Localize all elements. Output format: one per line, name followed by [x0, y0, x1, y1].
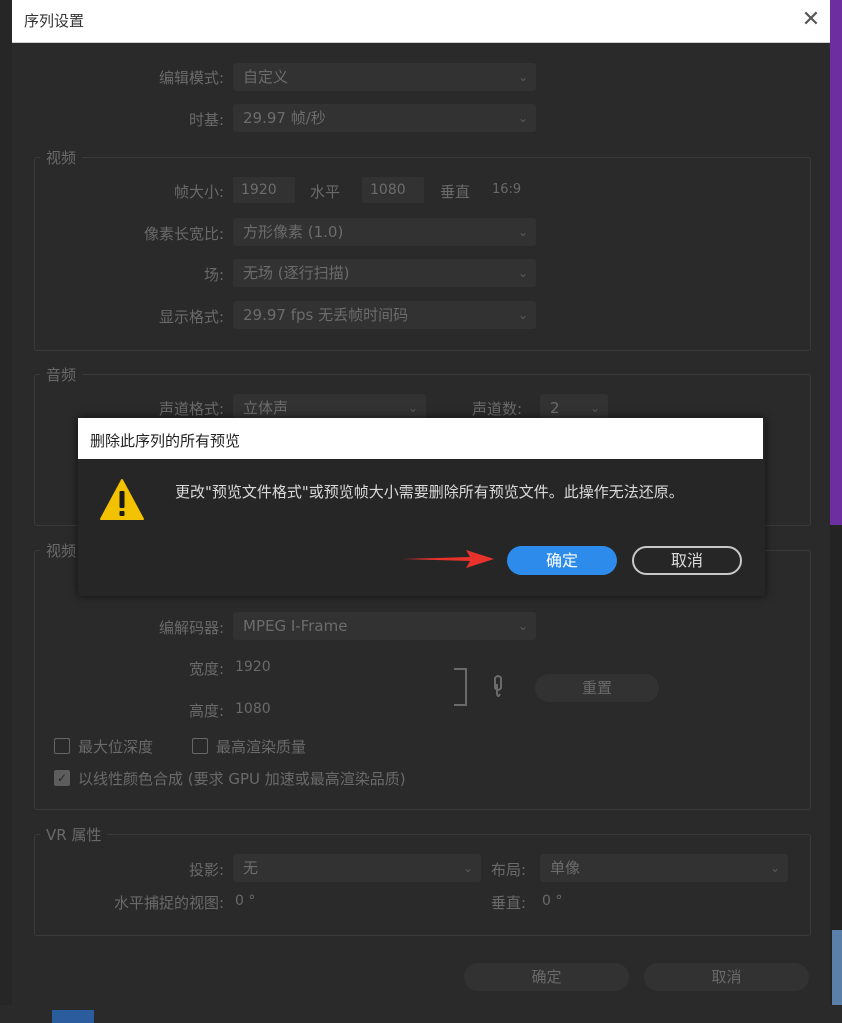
channel-format-value: 立体声 [243, 399, 289, 417]
layout-value: 单像 [550, 859, 581, 877]
chevron-down-icon: ⌄ [517, 225, 528, 239]
frame-width-field[interactable]: 1920 [233, 177, 295, 203]
dialog-title-bar [12, 0, 830, 43]
app-bottom-track-button [52, 1010, 94, 1023]
dialog-cancel-button[interactable]: 取消 [644, 963, 809, 991]
h-view-label: 水平捕捉的视图: [113, 894, 224, 912]
max-render-quality-checkbox[interactable] [192, 738, 208, 754]
edit-mode-value: 自定义 [243, 68, 289, 86]
linear-color-label: 以线性颜色合成 (要求 GPU 加速或最高渲染品质) [78, 770, 406, 788]
chevron-down-icon: ⌄ [517, 308, 528, 322]
alert-message: 更改"预览文件格式"或预览帧大小需要删除所有预览文件。此操作无法还原。 [175, 483, 684, 501]
display-format-value: 29.97 fps 无丢帧时间码 [243, 306, 409, 324]
display-format-select[interactable]: 29.97 fps 无丢帧时间码 ⌄ [233, 301, 536, 329]
chevron-down-icon: ⌄ [517, 70, 528, 84]
projection-select[interactable]: 无 ⌄ [233, 854, 481, 882]
preview-group-title: 视频 [40, 540, 83, 561]
audio-group-title: 音频 [40, 364, 83, 385]
display-format-label: 显示格式: [158, 308, 224, 326]
max-bit-depth-checkbox[interactable] [54, 738, 70, 754]
edit-mode-label: 编辑模式: [158, 69, 224, 87]
width-value[interactable]: 1920 [235, 659, 271, 675]
timebase-value: 29.97 帧/秒 [243, 109, 326, 127]
warning-icon [100, 479, 144, 520]
close-icon[interactable]: ✕ [798, 6, 824, 34]
layout-label: 布局: [491, 861, 527, 879]
app-background-thumbnail [832, 930, 842, 1005]
video-group-title: 视频 [40, 147, 83, 168]
aspect-ratio-text: 16:9 [492, 182, 522, 197]
fields-value: 无场 (逐行扫描) [243, 264, 350, 282]
chevron-down-icon: ⌄ [517, 619, 528, 633]
app-bottom-toolbar [0, 1005, 842, 1023]
reset-button[interactable]: 重置 [535, 674, 659, 702]
width-label: 宽度: [188, 660, 224, 678]
codec-select[interactable]: MPEG I-Frame ⌄ [233, 612, 536, 640]
horizontal-label: 水平 [310, 183, 341, 201]
max-render-quality-label: 最高渲染质量 [216, 738, 307, 756]
v-view-value[interactable]: 0 ° [542, 893, 562, 909]
dialog-ok-button[interactable]: 确定 [464, 963, 629, 991]
fields-label: 场: [203, 266, 224, 284]
projection-label: 投影: [188, 861, 224, 879]
codec-value: MPEG I-Frame [243, 617, 348, 635]
frame-size-label: 帧大小: [173, 183, 224, 201]
app-background-purple-panel [830, 0, 842, 525]
edit-mode-select[interactable]: 自定义 ⌄ [233, 63, 536, 91]
codec-label: 编解码器: [158, 619, 224, 637]
dialog-title: 序列设置 [24, 12, 85, 30]
timebase-select[interactable]: 29.97 帧/秒 ⌄ [233, 104, 536, 132]
vr-group [34, 834, 811, 936]
frame-height-field[interactable]: 1080 [362, 177, 424, 203]
chevron-down-icon: ⌄ [517, 266, 528, 280]
timebase-label: 时基: [188, 111, 224, 129]
link-bracket-icon [454, 668, 467, 706]
alert-title: 删除此序列的所有预览 [90, 432, 241, 450]
app-background-left [0, 0, 12, 1023]
alert-cancel-button[interactable]: 取消 [632, 546, 742, 575]
chevron-down-icon: ⌄ [769, 861, 780, 875]
linear-color-checkbox[interactable]: ✓ [54, 770, 70, 786]
h-view-value[interactable]: 0 ° [235, 893, 255, 909]
channel-count-value: 2 [550, 399, 560, 417]
projection-value: 无 [243, 859, 259, 877]
height-label: 高度: [188, 702, 224, 720]
max-bit-depth-label: 最大位深度 [78, 738, 154, 756]
fields-select[interactable]: 无场 (逐行扫描) ⌄ [233, 259, 536, 287]
channel-count-label: 声道数: [472, 400, 523, 418]
chain-link-icon[interactable] [490, 674, 506, 700]
chevron-down-icon: ⌄ [517, 111, 528, 125]
v-view-label: 垂直: [491, 894, 527, 912]
vertical-label: 垂直 [440, 183, 471, 201]
red-arrow-annotation [402, 550, 494, 568]
height-value[interactable]: 1080 [235, 701, 271, 717]
pixel-aspect-select[interactable]: 方形像素 (1.0) ⌄ [233, 218, 536, 246]
chevron-down-icon: ⌄ [462, 861, 473, 875]
alert-ok-button[interactable]: 确定 [507, 546, 617, 575]
vr-group-title: VR 属性 [40, 824, 108, 845]
channel-format-label: 声道格式: [158, 400, 224, 418]
layout-select[interactable]: 单像 ⌄ [540, 854, 788, 882]
pixel-aspect-value: 方形像素 (1.0) [243, 223, 344, 241]
pixel-aspect-label: 像素长宽比: [143, 225, 224, 243]
